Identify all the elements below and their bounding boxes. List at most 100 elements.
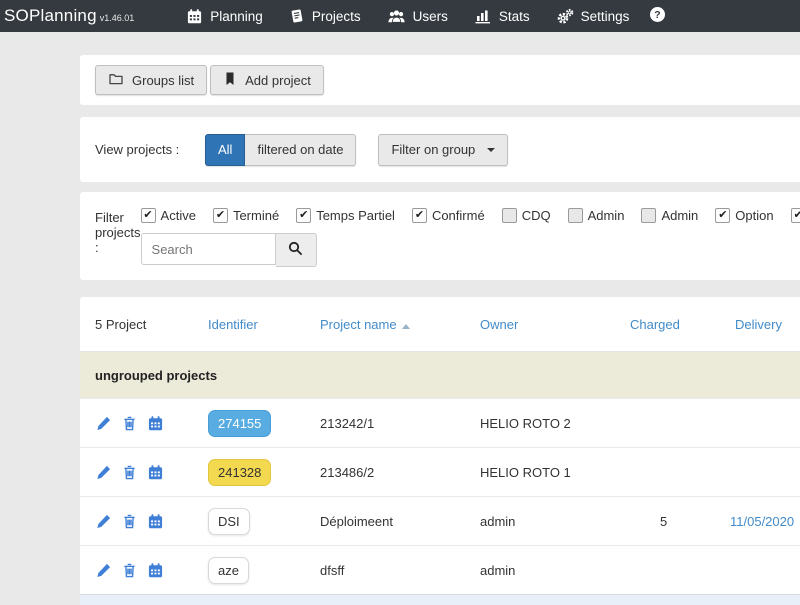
table-row: 274155 213242/1 HELIO ROTO 2 xyxy=(80,399,800,448)
project-identifier-badge[interactable]: 274155 xyxy=(208,410,271,437)
delivery-link[interactable]: 11/05/2020 xyxy=(722,497,800,546)
top-navbar: SOPlanning v1.46.01 Planning Projects Us… xyxy=(0,0,800,32)
menu-item-projects[interactable]: Projects xyxy=(289,8,361,24)
checkbox-admin-2[interactable]: Admin xyxy=(641,208,698,223)
table-row: DSI Déploimeent admin 5 11/05/2020 xyxy=(80,497,800,546)
checkbox-termine[interactable]: Terminé xyxy=(213,208,279,223)
edit-icon[interactable] xyxy=(95,415,112,432)
column-header-owner[interactable]: Owner xyxy=(472,297,622,352)
charged-cell: 5 xyxy=(622,497,722,546)
delete-icon[interactable] xyxy=(121,562,138,579)
project-identifier-badge[interactable]: DSI xyxy=(208,508,250,535)
help-icon: ? xyxy=(649,6,666,26)
help-button[interactable]: ? xyxy=(649,6,666,26)
svg-text:?: ? xyxy=(655,9,661,21)
chevron-down-icon xyxy=(487,148,495,152)
stats-icon xyxy=(474,8,492,24)
checkbox-option[interactable]: Option xyxy=(715,208,773,223)
column-header-delivery[interactable]: Delivery xyxy=(722,297,800,352)
sort-asc-icon xyxy=(402,324,410,329)
menu-item-label: Projects xyxy=(312,9,361,24)
checkbox-label: Admin xyxy=(661,208,698,223)
menu-item-stats[interactable]: Stats xyxy=(474,8,530,24)
checkbox-label: Temps Partiel xyxy=(316,208,395,223)
table-row: 241328 213486/2 HELIO ROTO 1 xyxy=(80,448,800,497)
delivery-cell xyxy=(722,448,800,497)
checkbox-temps-partiel[interactable]: Temps Partiel xyxy=(296,208,395,223)
menu-item-label: Settings xyxy=(581,9,630,24)
delete-icon[interactable] xyxy=(121,415,138,432)
planning-calendar-icon[interactable] xyxy=(147,562,164,579)
checkbox-cdq[interactable]: CDQ xyxy=(502,208,551,223)
toolbar-panel: Groups list Add project xyxy=(80,55,800,105)
delivery-cell xyxy=(722,399,800,448)
groups-list-label: Groups list xyxy=(132,73,194,88)
menu-item-settings[interactable]: Settings xyxy=(556,8,630,25)
charged-cell xyxy=(622,546,722,595)
menu-item-label: Stats xyxy=(499,9,530,24)
project-name-cell: 213242/1 xyxy=(312,399,472,448)
menu-item-label: Users xyxy=(413,9,448,24)
delete-icon[interactable] xyxy=(121,513,138,530)
project-name-cell: 213486/2 xyxy=(312,448,472,497)
column-header-identifier[interactable]: Identifier xyxy=(200,297,312,352)
add-project-label: Add project xyxy=(245,73,311,88)
table-header-row: 5 Project Identifier Project name Owner … xyxy=(80,297,800,352)
checkbox-label: Active xyxy=(161,208,196,223)
menu-item-label: Planning xyxy=(210,9,263,24)
menu-item-planning[interactable]: Planning xyxy=(186,8,263,25)
checkbox-active[interactable]: Active xyxy=(141,208,196,223)
view-projects-label: View projects : xyxy=(95,142,205,157)
group-label: ungrouped projects xyxy=(80,352,800,399)
checkbox-label: CDQ xyxy=(522,208,551,223)
edit-icon[interactable] xyxy=(95,513,112,530)
app-brand[interactable]: SOPlanning v1.46.01 xyxy=(4,6,134,26)
add-project-button[interactable]: Add project xyxy=(210,65,324,95)
filter-checkbox-row: Active Terminé Temps Partiel Confirmé CD… xyxy=(141,208,800,223)
owner-cell: HELIO ROTO 1 xyxy=(472,448,622,497)
project-name-cell: dfsff xyxy=(312,546,472,595)
menu-item-users[interactable]: Users xyxy=(387,8,448,25)
group-header-row: ungrouped projects xyxy=(80,352,800,399)
view-projects-panel: View projects : All filtered on date Fil… xyxy=(80,117,800,182)
projects-table-panel: 5 Project Identifier Project name Owner … xyxy=(80,297,800,600)
project-identifier-badge[interactable]: aze xyxy=(208,557,249,584)
checkbox-admin-1[interactable]: Admin xyxy=(568,208,625,223)
search-icon xyxy=(287,240,304,260)
calendar-icon xyxy=(186,8,203,25)
checkbox-icon xyxy=(715,208,730,223)
delete-icon[interactable] xyxy=(121,464,138,481)
main-menu: Planning Projects Users Stats Settings xyxy=(186,8,629,25)
planning-calendar-icon[interactable] xyxy=(147,464,164,481)
filtered-on-date-button[interactable]: filtered on date xyxy=(245,134,356,166)
owner-cell: admin xyxy=(472,497,622,546)
edit-icon[interactable] xyxy=(95,464,112,481)
checkbox-icon xyxy=(213,208,228,223)
view-all-button[interactable]: All xyxy=(205,134,245,166)
planning-calendar-icon[interactable] xyxy=(147,513,164,530)
search-input[interactable] xyxy=(141,233,276,265)
edit-icon[interactable] xyxy=(95,562,112,579)
book-icon xyxy=(289,8,305,24)
bookmark-icon xyxy=(223,71,237,89)
checkbox-icon xyxy=(296,208,311,223)
checkbox-label: Option xyxy=(735,208,773,223)
charged-cell xyxy=(622,399,722,448)
checkbox-label: Admin xyxy=(588,208,625,223)
project-identifier-badge[interactable]: 241328 xyxy=(208,459,271,486)
planning-calendar-icon[interactable] xyxy=(147,415,164,432)
filter-on-group-dropdown[interactable]: Filter on group xyxy=(378,134,508,166)
owner-cell: HELIO ROTO 2 xyxy=(472,399,622,448)
table-row: aze dfsff admin xyxy=(80,546,800,595)
checkbox-prod-etuis[interactable]: Prod étuis xyxy=(791,208,800,223)
checkbox-label: Terminé xyxy=(233,208,279,223)
search-button[interactable] xyxy=(276,233,317,267)
checkbox-confirme[interactable]: Confirmé xyxy=(412,208,485,223)
folder-icon xyxy=(108,71,124,89)
checkbox-label: Confirmé xyxy=(432,208,485,223)
groups-list-button[interactable]: Groups list xyxy=(95,65,207,95)
column-header-project-name[interactable]: Project name xyxy=(312,297,472,352)
checkbox-icon xyxy=(641,208,656,223)
column-header-charged[interactable]: Charged xyxy=(622,297,722,352)
app-title: SOPlanning xyxy=(4,6,97,26)
